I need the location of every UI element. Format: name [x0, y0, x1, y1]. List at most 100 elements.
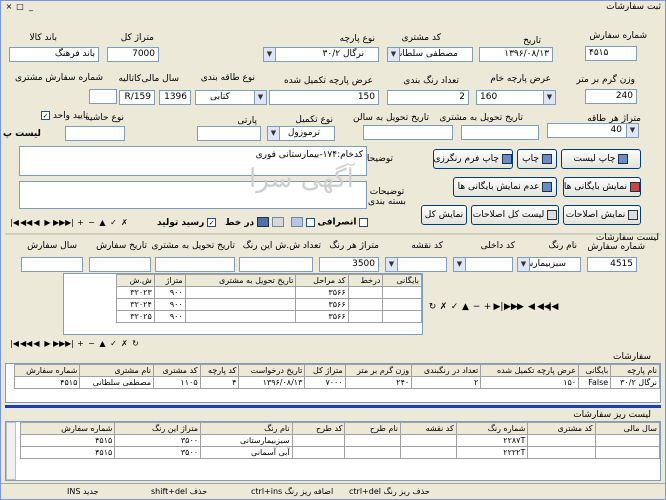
column-header[interactable]: تاریخ تحویل به مشتری [184, 274, 297, 287]
table-cell[interactable]: ۳۵۶۶ [295, 310, 349, 323]
column-header[interactable]: نام رنگ [200, 422, 293, 435]
sub-grid[interactable]: ش.ش متراژ تاریخ تحویل به مشتری کد مراحل درخط… [63, 273, 423, 335]
ol-design-code-select[interactable]: ▼ [385, 257, 447, 272]
prev-page-icon[interactable]: ◀◀ [20, 217, 32, 229]
column-header[interactable]: متراژ [153, 274, 186, 287]
last-record-icon[interactable]: ▶| [64, 217, 75, 229]
table-cell[interactable] [382, 310, 422, 323]
table-cell[interactable] [382, 286, 422, 299]
finish-type-select[interactable]: ▼ ترموزول [267, 126, 335, 141]
chevron-down-icon[interactable]: ▼ [454, 258, 466, 271]
delete-icon[interactable]: − [86, 338, 97, 350]
column-header[interactable]: بایگانی [578, 364, 612, 377]
edit-icon[interactable]: ▲ [460, 301, 471, 313]
close-button[interactable]: × [4, 2, 14, 11]
show-archive-button[interactable]: نمایش بایگانی ها [563, 177, 641, 197]
splitter[interactable] [5, 405, 661, 408]
maximize-button[interactable]: □ [15, 2, 25, 11]
table-cell[interactable]: ۹۰۰ [153, 286, 186, 299]
next-record-icon[interactable]: ▶ [515, 301, 526, 313]
table-cell[interactable]: ۳۵۶۶ [295, 286, 349, 299]
ol-order-date-field[interactable] [89, 257, 151, 272]
all-corrections-button[interactable]: لیست کل اصلاحات [471, 205, 559, 225]
table-cell[interactable] [344, 446, 402, 459]
show-corrections-button[interactable]: نمایش اصلاحات [563, 205, 641, 225]
add-icon[interactable]: + [75, 338, 86, 350]
add-icon[interactable]: + [75, 217, 86, 229]
next-record-icon[interactable]: ▶ [42, 217, 53, 229]
table-cell[interactable]: ۱۳۹۶/۰۸/۱۳ [238, 376, 306, 389]
refresh-icon[interactable]: ↻ [130, 338, 141, 350]
table-cell[interactable]: نرگال ۳۰/۲ [610, 376, 660, 389]
table-row[interactable]: ۴۵۱۵ مصطفی سلطانی ۱۱۰۵ ۴ ۱۳۹۶/۰۸/۱۳ ۷۰۰۰ ۲۴۰ ۲ ۱… [13, 376, 660, 389]
minimize-button[interactable]: _ [26, 2, 36, 11]
column-header[interactable]: کد نقشه [400, 422, 457, 435]
fin-year-field[interactable]: 1396 [159, 90, 191, 105]
next-record-icon[interactable]: ▶ [42, 338, 53, 350]
next-page-icon[interactable]: ▶▶ [504, 301, 518, 313]
chevron-down-icon[interactable]: ▼ [543, 91, 555, 104]
post-icon[interactable]: ✓ [449, 301, 460, 313]
column-header[interactable]: بایگانی [382, 274, 422, 287]
table-cell[interactable] [400, 434, 457, 447]
delete-icon[interactable]: − [471, 301, 482, 313]
table-cell[interactable]: آبی آسمانی [200, 446, 293, 459]
vertical-scrollbar[interactable] [6, 422, 16, 480]
raw-width-select[interactable]: 160 ▼ [476, 90, 556, 105]
column-header[interactable]: سال مالی [594, 422, 660, 435]
table-cell[interactable] [184, 286, 297, 299]
table-cell[interactable] [527, 446, 596, 459]
delete-icon[interactable]: − [86, 217, 97, 229]
column-header[interactable]: شماره سفارش [19, 422, 116, 435]
column-header[interactable]: نام مشتری [79, 364, 154, 377]
band-field[interactable]: باند فرهنگ [9, 47, 99, 62]
table-cell[interactable] [400, 446, 457, 459]
table-cell[interactable] [184, 310, 297, 323]
table-cell[interactable]: مصطفی سلطانی [79, 376, 154, 389]
column-header[interactable]: متراژ این رنگ [114, 422, 202, 435]
column-header[interactable]: نام طرح [344, 422, 402, 435]
table-cell[interactable]: ۴۵۱۵ [13, 376, 81, 389]
table-cell[interactable]: ۴ [199, 376, 240, 389]
prev-record-icon[interactable]: ◀ [31, 338, 42, 350]
table-row[interactable]: ۳۲۰۲۳ ۹۰۰ ۳۵۶۶ [116, 286, 422, 299]
edit-icon[interactable]: ▲ [97, 217, 108, 229]
ol-year-field[interactable] [21, 257, 83, 272]
table-cell[interactable]: ۳۲۰۲۴ [116, 298, 155, 311]
post-icon[interactable]: ✓ [108, 217, 119, 229]
unit-approve-checkbox[interactable]: ✓ [41, 111, 50, 120]
table-cell[interactable]: ۱۱۰۵ [153, 376, 201, 389]
next-page-icon[interactable]: ▶▶ [53, 217, 65, 229]
table-cell[interactable] [347, 310, 384, 323]
chevron-down-icon[interactable]: ▼ [518, 258, 530, 271]
column-header[interactable]: کد پارچه [199, 364, 240, 377]
table-cell[interactable]: ۳۲۰۲۳ [116, 286, 155, 299]
meter-per-fold-select[interactable]: 40 ▼ [547, 123, 639, 138]
print-list-button[interactable]: چاپ لیست [561, 149, 641, 169]
table-row[interactable]: ۳۲۰۲۴ ۹۰۰ ۳۵۶۶ [116, 298, 422, 311]
first-record-icon[interactable]: |◀ [9, 338, 20, 350]
chevron-down-icon[interactable]: ▼ [626, 124, 638, 137]
margin-type-field[interactable] [65, 126, 125, 141]
tool-icon-1[interactable] [290, 217, 303, 227]
table-cell[interactable] [184, 298, 297, 311]
chevron-down-icon[interactable]: ▼ [254, 91, 266, 104]
print-color-form-button[interactable]: چاپ فرم رنگرزی [433, 149, 513, 169]
column-header[interactable]: کد طرح [291, 422, 346, 435]
column-header[interactable]: تاریخ درخواست [238, 364, 306, 377]
orders-grid[interactable]: شماره سفارش نام مشتری کد مشتری کد پارچه تاری… [5, 363, 661, 403]
column-header[interactable]: درخط [347, 274, 384, 287]
table-cell[interactable]: ۳۵۰۰ [114, 446, 202, 459]
deliv-hall-field[interactable] [363, 125, 453, 140]
cancel-icon[interactable]: ✗ [438, 301, 449, 313]
table-cell[interactable] [347, 286, 384, 299]
chevron-down-icon[interactable]: ▼ [268, 127, 280, 140]
meterage-field[interactable]: 7000 [107, 47, 159, 62]
ol-deliv-field[interactable] [155, 257, 235, 272]
date-field[interactable]: ۱۳۹۶/۰۸/۱۳ [479, 47, 553, 62]
final-width-field[interactable]: 150 [269, 90, 379, 105]
table-cell[interactable]: False [578, 376, 612, 389]
table-cell[interactable]: ۴۵۱۵ [19, 446, 116, 459]
table-cell[interactable]: سبزبیمارستانی [200, 434, 293, 447]
table-cell[interactable]: ۷۰۰۰ [304, 376, 346, 389]
